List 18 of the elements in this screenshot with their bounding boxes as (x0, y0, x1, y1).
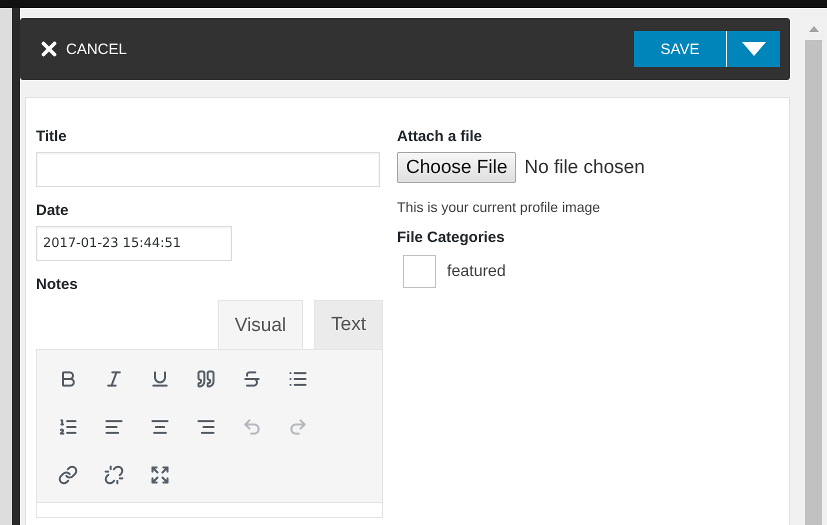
notes-label: Notes (36, 276, 79, 293)
editor-tab[interactable]: Visual (218, 300, 304, 350)
profile-image-hint: This is your current profile image (397, 199, 602, 215)
checkbox[interactable] (403, 255, 436, 288)
file-status: No file chosen (524, 156, 645, 178)
title-label: Title (36, 128, 68, 145)
date-label: Date (36, 202, 70, 219)
choose-file-button[interactable]: Choose File (397, 152, 516, 183)
scrollbar[interactable] (800, 8, 827, 525)
attach-label: Attach a file (397, 128, 484, 145)
editor-tab[interactable]: Text (314, 300, 383, 349)
save-button[interactable]: SAVE (634, 31, 727, 67)
caret-icon (742, 42, 766, 56)
title-field[interactable] (36, 152, 380, 187)
date-field[interactable]: 2017-01-23 15:44:51 (36, 226, 232, 261)
cancel-button[interactable]: CANCEL (38, 38, 127, 60)
category-label: featured (447, 262, 506, 280)
categories-label: File Categories (397, 229, 506, 246)
